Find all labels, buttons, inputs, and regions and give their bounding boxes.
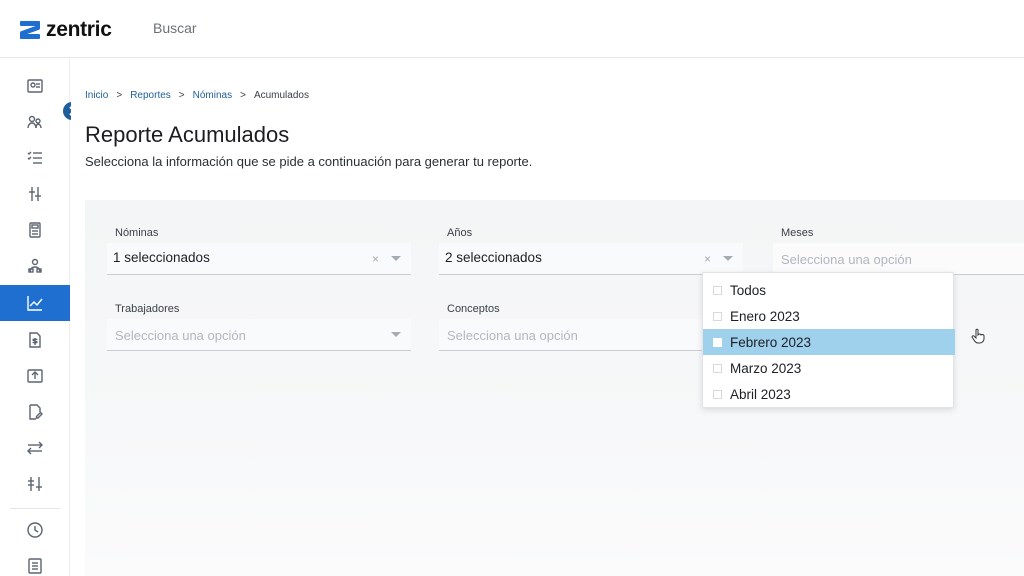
meses-placeholder: Selecciona una opción bbox=[781, 252, 912, 267]
upload-icon[interactable] bbox=[0, 358, 70, 394]
dropdown-option[interactable]: Enero 2023 bbox=[703, 303, 955, 329]
meses-dropdown-menu: Todos Enero 2023 Febrero 2023 Marzo 2023… bbox=[702, 272, 955, 408]
document-edit-icon[interactable] bbox=[0, 394, 70, 430]
top-bar: zentric Buscar bbox=[0, 0, 1024, 58]
nominas-value: 1 seleccionados bbox=[113, 250, 210, 265]
trabajadores-label: Trabajadores bbox=[115, 303, 180, 315]
trabajadores-field: Trabajadores Selecciona una opción bbox=[107, 303, 411, 353]
id-card-icon[interactable] bbox=[0, 68, 70, 104]
search-input[interactable]: Buscar bbox=[153, 20, 197, 36]
anios-label: Años bbox=[447, 227, 473, 239]
checkbox-icon[interactable] bbox=[713, 311, 722, 321]
nominas-label: Nóminas bbox=[115, 227, 159, 239]
chevron-down-icon[interactable] bbox=[391, 332, 401, 337]
breadcrumb-inicio[interactable]: Inicio bbox=[85, 90, 108, 101]
option-label: Enero 2023 bbox=[730, 308, 800, 324]
page-subtitle: Selecciona la información que se pide a … bbox=[85, 154, 533, 169]
breadcrumb-separator: > bbox=[116, 90, 123, 101]
users-icon[interactable] bbox=[0, 104, 70, 140]
chart-icon[interactable] bbox=[0, 285, 70, 321]
breadcrumb-nominas[interactable]: Nóminas bbox=[193, 90, 232, 101]
list-icon[interactable] bbox=[0, 548, 70, 576]
settings-sliders-icon[interactable] bbox=[0, 466, 70, 502]
hand-cursor-icon bbox=[971, 328, 985, 344]
transfer-icon[interactable] bbox=[0, 430, 70, 466]
chevron-down-icon[interactable] bbox=[391, 256, 401, 261]
conceptos-placeholder: Selecciona una opción bbox=[447, 328, 578, 343]
clear-icon[interactable]: × bbox=[372, 252, 379, 266]
dropdown-option-highlighted[interactable]: Febrero 2023 bbox=[703, 329, 955, 355]
breadcrumb-reportes[interactable]: Reportes bbox=[130, 90, 171, 101]
sidebar bbox=[0, 58, 70, 576]
nominas-select[interactable]: 1 seleccionados × bbox=[107, 243, 411, 275]
option-label: Todos bbox=[730, 282, 767, 298]
chevron-down-icon[interactable] bbox=[723, 256, 733, 261]
clear-icon[interactable]: × bbox=[704, 252, 711, 266]
checkbox-icon[interactable] bbox=[713, 285, 722, 295]
document-money-icon[interactable] bbox=[0, 322, 70, 358]
meses-label: Meses bbox=[781, 227, 814, 239]
anios-value: 2 seleccionados bbox=[445, 250, 542, 265]
calculator-icon[interactable] bbox=[0, 212, 70, 248]
logo-mark-icon bbox=[20, 20, 40, 40]
breadcrumb: Inicio > Reportes > Nóminas > Acumulados bbox=[85, 90, 309, 101]
dropdown-option[interactable]: Marzo 2023 bbox=[703, 355, 955, 381]
conceptos-field: Conceptos Selecciona una opción bbox=[439, 303, 743, 353]
sliders-icon[interactable] bbox=[0, 176, 70, 212]
trabajadores-select[interactable]: Selecciona una opción bbox=[107, 319, 411, 351]
brand-name: zentric bbox=[46, 18, 112, 41]
checkbox-icon[interactable] bbox=[713, 389, 722, 399]
option-label: Abril 2023 bbox=[730, 386, 791, 402]
breadcrumb-current: Acumulados bbox=[253, 90, 309, 101]
conceptos-label: Conceptos bbox=[447, 303, 500, 315]
checkbox-icon[interactable] bbox=[713, 337, 722, 347]
meses-field: Meses Selecciona una opción bbox=[773, 227, 1024, 277]
page-title: Reporte Acumulados bbox=[85, 122, 290, 147]
trabajadores-placeholder: Selecciona una opción bbox=[115, 328, 246, 343]
breadcrumb-separator: > bbox=[240, 90, 246, 101]
zentric-logo[interactable]: zentric bbox=[20, 18, 112, 42]
breadcrumb-separator: > bbox=[178, 90, 185, 101]
checkbox-icon[interactable] bbox=[713, 363, 722, 373]
people-group-icon[interactable] bbox=[0, 248, 70, 284]
option-label: Febrero 2023 bbox=[730, 334, 812, 350]
checklist-icon[interactable] bbox=[0, 140, 70, 176]
anios-field: Años 2 seleccionados × bbox=[439, 227, 743, 277]
nominas-field: Nóminas 1 seleccionados × bbox=[107, 227, 411, 277]
option-label: Marzo 2023 bbox=[730, 360, 802, 376]
clock-icon[interactable] bbox=[0, 512, 70, 548]
conceptos-select[interactable]: Selecciona una opción bbox=[439, 319, 743, 351]
anios-select[interactable]: 2 seleccionados × bbox=[439, 243, 743, 275]
meses-select[interactable]: Selecciona una opción bbox=[773, 243, 1024, 275]
dropdown-option[interactable]: Abril 2023 bbox=[703, 381, 955, 407]
sidebar-divider bbox=[10, 508, 60, 509]
dropdown-option[interactable]: Todos bbox=[703, 277, 955, 303]
